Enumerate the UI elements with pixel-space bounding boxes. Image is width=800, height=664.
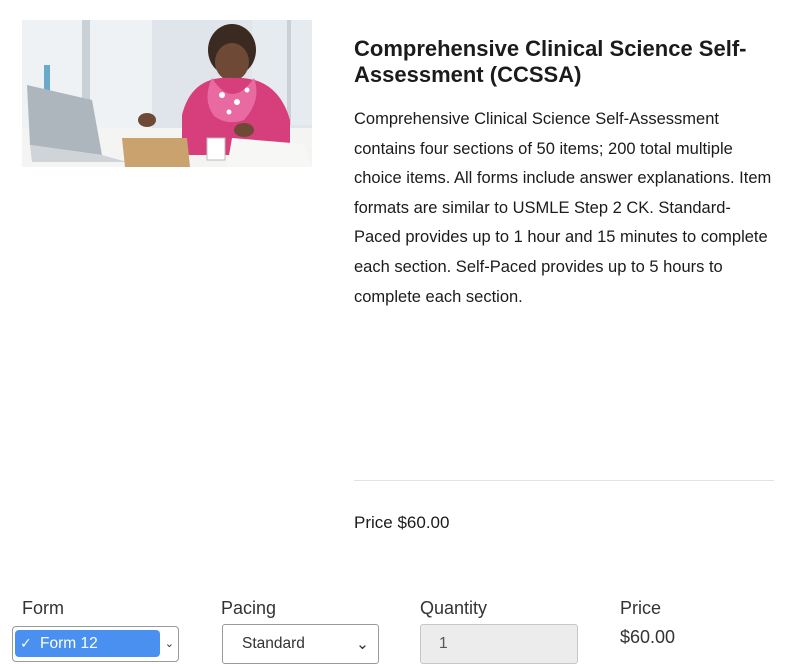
quantity-input[interactable]: 1 <box>420 624 578 664</box>
pacing-value: Standard <box>242 635 305 652</box>
product-title: Comprehensive Clinical Science Self-Asse… <box>354 36 747 87</box>
form-option-selected[interactable]: ✓ Form 12 <box>15 630 160 657</box>
line-price-value: $60.00 <box>620 627 676 647</box>
form-option-label: Form 12 <box>40 634 98 652</box>
quantity-value: 1 <box>439 635 448 652</box>
quantity-label: Quantity <box>420 598 488 618</box>
divider <box>354 480 774 481</box>
chevron-down-icon: ⌄ <box>164 638 174 650</box>
check-icon: ✓ <box>20 635 32 651</box>
pacing-select[interactable]: Standard ⌄ <box>222 624 379 664</box>
product-image <box>22 20 312 167</box>
price-label: Price <box>620 598 662 618</box>
product-price: Price $60.00 <box>354 513 450 532</box>
product-description: Comprehensive Clinical Science Self-Asse… <box>354 110 772 306</box>
form-select[interactable]: ✓ Form 12 ⌄ <box>12 626 179 662</box>
pacing-label: Pacing <box>221 598 277 618</box>
chevron-down-icon: ⌄ <box>356 635 369 653</box>
form-label: Form <box>22 598 64 618</box>
